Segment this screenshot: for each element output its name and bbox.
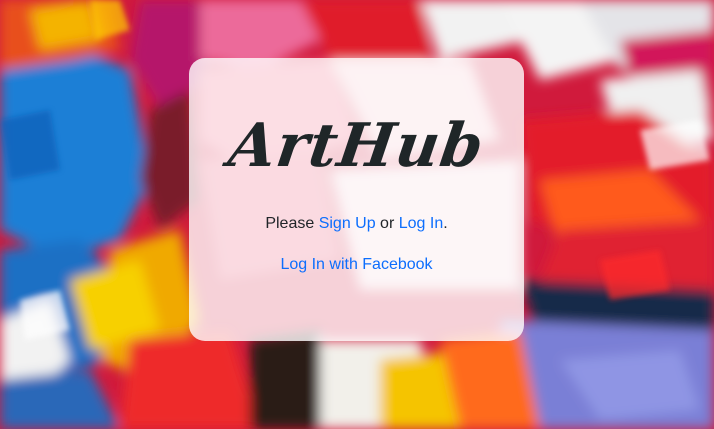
facebook-login-row: Log In with Facebook	[189, 254, 524, 276]
facebook-login-link[interactable]: Log In with Facebook	[280, 256, 432, 273]
auth-prompt-prefix: Please	[265, 215, 319, 232]
auth-prompt: Please Sign Up or Log In.	[189, 213, 524, 235]
auth-prompt-suffix: .	[443, 215, 448, 232]
auth-prompt-or: or	[375, 215, 399, 232]
sign-up-link[interactable]: Sign Up	[319, 215, 376, 232]
app-logo: ArtHub	[224, 111, 489, 181]
log-in-link[interactable]: Log In	[399, 215, 443, 232]
auth-card: ArtHub Please Sign Up or Log In. Log In …	[189, 58, 524, 341]
